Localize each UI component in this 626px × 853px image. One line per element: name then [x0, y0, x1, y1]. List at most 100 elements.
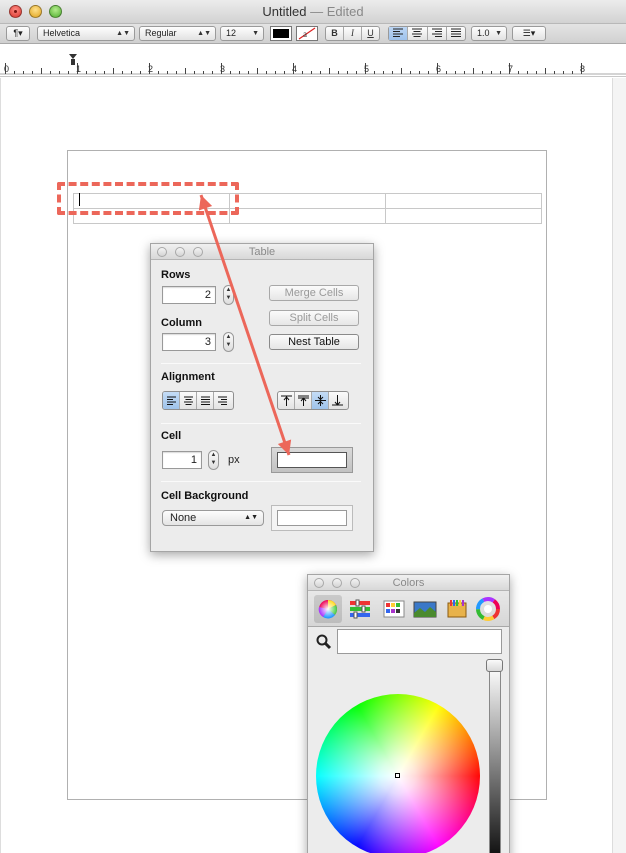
cell-border-width-field[interactable]: 1	[162, 451, 202, 469]
color-palettes-tab[interactable]	[380, 595, 408, 623]
rows-field[interactable]: 2	[162, 286, 216, 304]
align-right-button[interactable]	[428, 27, 447, 40]
image-palettes-icon	[413, 601, 437, 618]
table-panel-titlebar[interactable]: Table	[151, 244, 373, 260]
column-field[interactable]: 3	[162, 333, 216, 351]
paragraph-styles-button[interactable]: ¶▾	[6, 26, 30, 41]
cell-align-right-button[interactable]	[214, 392, 231, 409]
valign-top-button[interactable]	[278, 392, 295, 409]
document-name: Untitled	[262, 4, 307, 19]
custom-picker-tab[interactable]	[474, 595, 502, 623]
color-wheel-tab[interactable]	[314, 595, 342, 623]
font-size-value: 12	[226, 28, 237, 38]
colors-panel-titlebar[interactable]: Colors	[308, 575, 509, 591]
color-well-swatch	[277, 452, 347, 468]
align-baseline-icon	[298, 395, 309, 406]
cell-border-color-well[interactable]	[271, 447, 353, 473]
ruler-number: 6	[436, 64, 442, 74]
brightness-slider[interactable]	[489, 665, 501, 853]
crayons-icon	[447, 600, 467, 618]
typeface-popup[interactable]: Regular ▲▼	[139, 26, 216, 41]
merge-cells-button[interactable]: Merge Cells	[269, 285, 359, 301]
cell-background-color-well[interactable]	[271, 505, 353, 531]
color-search-field[interactable]	[337, 629, 502, 654]
color-well-swatch	[277, 510, 347, 526]
align-justify-button[interactable]	[447, 27, 465, 40]
divider	[161, 363, 361, 364]
align-center-icon	[184, 396, 193, 405]
color-mode-toolbar	[308, 591, 509, 627]
ruler-number: 5	[364, 64, 370, 74]
rows-stepper[interactable]: ▲ ▼	[223, 285, 234, 305]
divider	[161, 423, 361, 424]
cell-align-center-button[interactable]	[180, 392, 197, 409]
chevron-down-icon: ▼	[495, 30, 502, 37]
crayons-tab[interactable]	[443, 595, 471, 623]
cell-background-label: Cell Background	[161, 490, 249, 502]
color-picker-crosshair[interactable]	[395, 773, 400, 778]
font-family-popup[interactable]: Helvetica ▲▼	[37, 26, 135, 41]
list-bullets-popup[interactable]: ☰▾	[512, 26, 546, 41]
align-bottom-icon	[332, 395, 343, 406]
valign-middle-button[interactable]	[312, 392, 329, 409]
popup-arrows-icon: ▲▼	[244, 514, 258, 521]
image-palettes-tab[interactable]	[411, 595, 439, 623]
align-right-icon	[431, 28, 442, 37]
line-spacing-value: 1.0	[477, 28, 490, 38]
edited-status: — Edited	[310, 4, 364, 19]
left-indent-marker[interactable]	[71, 59, 75, 65]
cell-border-stepper[interactable]: ▲ ▼	[208, 450, 219, 470]
line-spacing-popup[interactable]: 1.0 ▼	[471, 26, 507, 41]
split-cells-button[interactable]: Split Cells	[269, 310, 359, 326]
color-sliders-icon	[350, 599, 370, 619]
table-panel: Table Rows 2 ▲ ▼ Column 3 ▲ ▼ Merge Cells …	[150, 243, 374, 552]
align-left-button[interactable]	[389, 27, 409, 40]
ruler-number: 0	[4, 64, 10, 74]
horizontal-alignment-segment	[162, 391, 234, 410]
cell-background-popup[interactable]: None ▲▼	[162, 510, 264, 526]
valign-baseline-button[interactable]	[295, 392, 312, 409]
underline-button[interactable]: U	[362, 27, 379, 40]
brightness-slider-knob[interactable]	[486, 659, 503, 672]
nest-table-button[interactable]: Nest Table	[269, 334, 359, 350]
typeface-value: Regular	[145, 28, 177, 38]
align-justify-icon	[201, 396, 210, 405]
bold-button[interactable]: B	[326, 27, 344, 40]
spectrum-picker-icon	[476, 597, 500, 621]
table-cell[interactable]	[385, 193, 542, 209]
px-unit-label: px	[228, 454, 240, 466]
vertical-alignment-segment	[277, 391, 349, 410]
first-line-indent-marker[interactable]	[69, 54, 77, 59]
color-sliders-tab[interactable]	[346, 595, 374, 623]
svg-text:a: a	[303, 29, 307, 39]
table-cell[interactable]	[385, 208, 542, 224]
ruler-number: 1	[76, 64, 82, 74]
ruler-ticks	[0, 54, 626, 75]
vertical-scrollbar[interactable]	[612, 78, 626, 853]
colors-panel-title: Colors	[392, 577, 425, 589]
table-cell[interactable]	[229, 208, 386, 224]
text-style-segment: B I U	[325, 26, 380, 41]
search-icon	[316, 634, 332, 650]
color-wheel[interactable]	[316, 694, 480, 853]
italic-button[interactable]: I	[344, 27, 362, 40]
align-center-button[interactable]	[408, 27, 428, 40]
cell-align-justify-button[interactable]	[197, 392, 214, 409]
highlight-color-well[interactable]: a	[296, 26, 318, 41]
table-cell[interactable]	[229, 193, 386, 209]
popup-arrows-icon: ▲▼	[116, 30, 130, 37]
popup-arrows-icon: ▲▼	[197, 30, 211, 37]
window-title: Untitled — Edited	[0, 4, 626, 19]
format-toolbar: ¶▾ Helvetica ▲▼ Regular ▲▼ 12 ▼ a B I U 1.0…	[0, 24, 626, 44]
text-color-well[interactable]	[270, 26, 292, 41]
table-panel-title: Table	[248, 246, 276, 258]
no-color-icon: a	[298, 27, 316, 40]
cell-align-left-button[interactable]	[163, 392, 180, 409]
rows-label: Rows	[161, 269, 191, 281]
column-stepper[interactable]: ▲ ▼	[223, 332, 234, 352]
alignment-label: Alignment	[161, 371, 215, 383]
align-justify-icon	[450, 28, 461, 37]
font-size-combo[interactable]: 12 ▼	[220, 26, 264, 41]
ruler[interactable]: 0 1 2 3 4 5 6 7 8	[0, 45, 626, 77]
valign-bottom-button[interactable]	[329, 392, 346, 409]
